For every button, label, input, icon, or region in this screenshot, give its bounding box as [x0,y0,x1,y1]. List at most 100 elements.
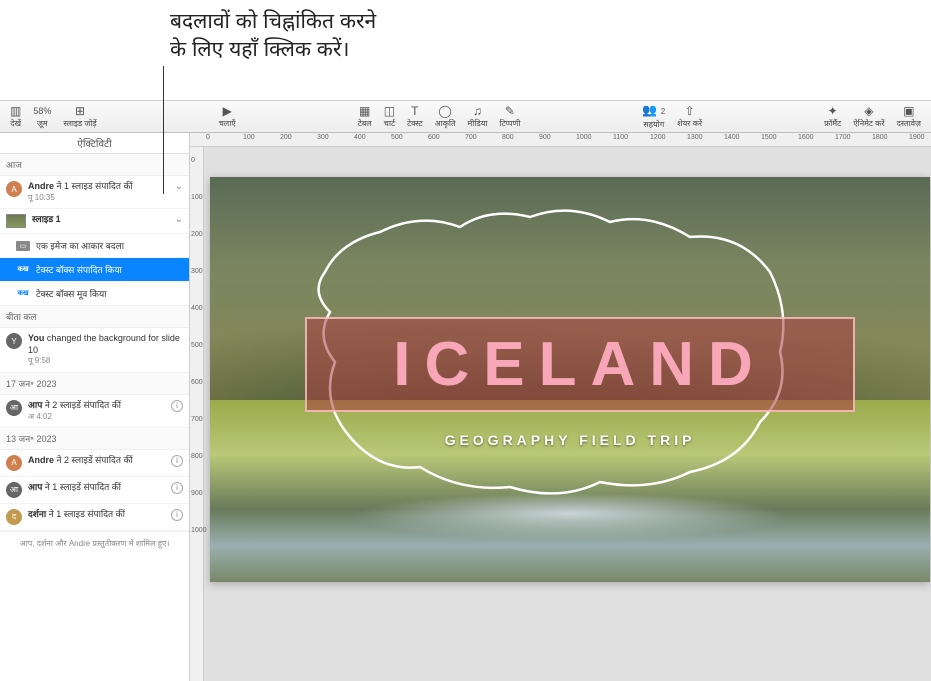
slide-viewport[interactable]: ICELAND GEOGRAPHY FIELD TRIP [204,147,931,681]
add-slide-button[interactable]: ⊞ स्लाइड जोड़ें [57,101,102,132]
canvas-area: 0100200300400500600700800900100011001200… [190,133,931,681]
avatar-you: आ [6,482,22,498]
toolbar: ▥ देखें 58% ज़ूम ⊞ स्लाइड जोड़ें ▶ चलाएँ… [0,101,931,133]
document-icon: ▣ [903,105,914,117]
slide-canvas[interactable]: ICELAND GEOGRAPHY FIELD TRIP [210,177,930,582]
section-jan17: 17 जन॰ 2023 [0,373,189,395]
ruler-tick: 1000 [191,527,207,534]
ruler-tick: 100 [243,134,255,141]
ruler-tick: 1000 [576,134,592,141]
share-button[interactable]: ⇧ शेयर करें [671,101,708,132]
ruler-tick: 800 [191,453,203,460]
info-icon[interactable]: i [171,509,183,521]
chart-icon: ◫ [384,105,395,117]
actor-name: आप [28,400,42,410]
slide-subtitle[interactable]: GEOGRAPHY FIELD TRIP [210,432,930,448]
ruler-tick: 0 [206,134,210,141]
share-icon: ⇧ [685,105,695,117]
ruler-tick: 200 [191,231,203,238]
shape-label: आकृति [435,118,456,129]
activity-textbox-edited[interactable]: कख टेक्स्ट बॉक्स संपादित किया [0,258,189,282]
ruler-tick: 1300 [687,134,703,141]
activity-text: एक इमेज का आकार बदला [36,239,124,252]
section-jan13: 13 जन॰ 2023 [0,428,189,450]
activity-text: ने 1 स्लाइड संपादित कीं [54,181,133,191]
section-today: आज [0,154,189,176]
play-icon: ▶ [223,105,232,117]
add-slide-icon: ⊞ [75,105,85,117]
play-label: चलाएँ [219,118,236,129]
callout-annotation: बदलावों को चिह्नांकित करने के लिए यहाँ क… [170,8,376,65]
activity-text: ने 2 स्लाइडें संपादित कीं [54,455,133,465]
collaborate-label: सहयोग [643,119,664,130]
media-label: मीडिया [468,118,488,129]
activity-row-slide1[interactable]: स्लाइड 1 ⌄ [0,209,189,234]
zoom-value: 58% [33,105,51,117]
media-button[interactable]: ♫ मीडिया [462,101,494,132]
chevron-down-icon[interactable]: ⌄ [175,214,183,225]
comment-button[interactable]: ✎ टिप्पणी [493,101,526,132]
text-icon: T [411,105,418,117]
view-button[interactable]: ▥ देखें [4,101,27,132]
chevron-down-icon[interactable]: ⌄ [175,181,183,192]
activity-row-andre2[interactable]: A Andre ने 2 स्लाइडें संपादित कीं i [0,450,189,477]
activity-row-you-edit2[interactable]: आ आप ने 2 स्लाइडें संपादित कीं अ 4:02 i [0,395,189,428]
ruler-tick: 600 [428,134,440,141]
activity-row-you-bg[interactable]: Y You changed the background for slide 1… [0,328,189,373]
chart-button[interactable]: ◫ चार्ट [378,101,401,132]
ruler-tick: 300 [317,134,329,141]
callout-line2: के लिए यहाँ क्लिक करें। [170,38,349,61]
actor-name: आप [28,482,42,492]
zoom-button[interactable]: 58% ज़ूम [27,101,57,132]
activity-row-darshana[interactable]: द दर्शना ने 1 स्लाइड संपादित कीं i [0,504,189,531]
callout-line1: बदलावों को चिह्नांकित करने [170,10,376,33]
sidebar-title: ऐक्टिविटी [0,133,189,154]
table-button[interactable]: ▦ टेबल [352,101,378,132]
collaborate-button[interactable]: 👥 2 सहयोग [636,101,671,132]
textbox-icon: कख [16,265,30,275]
ruler-tick: 500 [191,342,203,349]
comment-label: टिप्पणी [499,118,520,129]
avatar-andre: A [6,181,22,197]
activity-row-you1[interactable]: आ आप ने 1 स्लाइडें संपादित कीं i [0,477,189,504]
activity-text: ने 2 स्लाइडें संपादित कीं [42,400,121,410]
play-button[interactable]: ▶ चलाएँ [213,101,242,132]
callout-leader-line [163,66,164,194]
activity-text: changed the background for slide 10 [28,333,180,355]
document-button[interactable]: ▣ दस्तावेज़ [891,101,927,132]
text-button[interactable]: T टेक्स्ट [401,101,429,132]
avatar-darshana: द [6,509,22,525]
info-icon[interactable]: i [171,482,183,494]
document-label: दस्तावेज़ [897,118,921,129]
chart-label: चार्ट [384,118,395,129]
activity-sidebar: ऐक्टिविटी आज A Andre ने 1 स्लाइड संपादित… [0,133,190,681]
ruler-tick: 600 [191,379,203,386]
ruler-tick: 700 [465,134,477,141]
format-button[interactable]: ✦ फ़ॉर्मैट [818,101,847,132]
info-icon[interactable]: i [171,455,183,467]
activity-time: पू 9:58 [28,356,183,366]
view-label: देखें [10,118,21,129]
activity-resize-image[interactable]: ▭ एक इमेज का आकार बदला [0,234,189,258]
actor-name: दर्शना [28,509,46,519]
animate-icon: ◈ [864,105,873,117]
activity-text: ने 1 स्लाइड संपादित कीं [46,509,125,519]
shape-button[interactable]: ◯ आकृति [429,101,462,132]
ruler-tick: 1200 [650,134,666,141]
ruler-tick: 1800 [872,134,888,141]
sidebar-scroll[interactable]: आज A Andre ने 1 स्लाइड संपादित कीं पू 10… [0,154,189,681]
table-label: टेबल [358,118,372,129]
textbox-icon: कख [16,289,30,299]
activity-row-andre[interactable]: A Andre ने 1 स्लाइड संपादित कीं पू 10:35… [0,176,189,209]
view-icon: ▥ [10,105,21,117]
activity-textbox-moved[interactable]: कख टेक्स्ट बॉक्स मूव किया [0,282,189,306]
animate-button[interactable]: ◈ ऐनिमेट करें [847,101,890,132]
shape-icon: ◯ [438,105,451,117]
info-icon[interactable]: i [171,400,183,412]
ruler-tick: 1500 [761,134,777,141]
slide-title: ICELAND [393,329,767,400]
activity-time: अ 4:02 [28,412,167,422]
title-text-box[interactable]: ICELAND [305,317,855,412]
ruler-tick: 0 [191,157,195,164]
section-yesterday: बीता कल [0,306,189,328]
